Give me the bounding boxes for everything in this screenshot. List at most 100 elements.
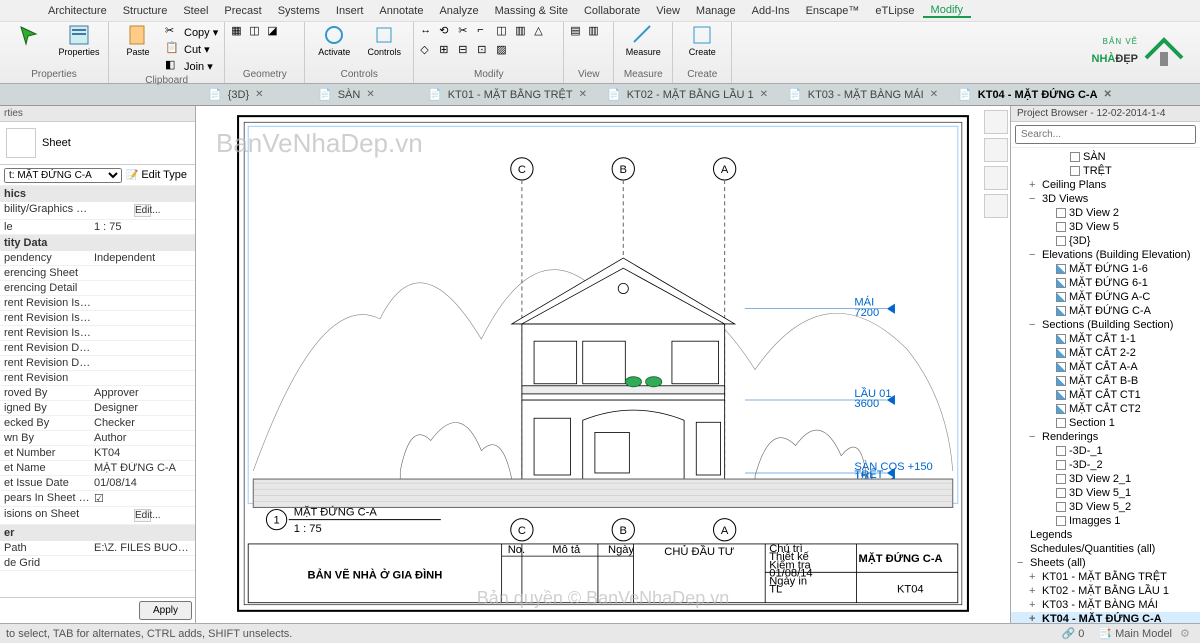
close-icon[interactable]: ✕: [1104, 89, 1112, 100]
props-row[interactable]: isions on SheetEdit...: [0, 507, 195, 525]
status-icon[interactable]: ⚙: [1180, 627, 1194, 641]
menu-precast[interactable]: Precast: [216, 5, 269, 17]
controls-button[interactable]: Controls: [361, 24, 407, 57]
tree-node[interactable]: +KT03 - MẶT BÀNG MÁI: [1011, 598, 1200, 612]
props-row[interactable]: rent Revision Issued: [0, 296, 195, 311]
document-tab[interactable]: 📄KT01 - MẶT BẰNG TRỆT✕: [418, 86, 597, 103]
document-tab[interactable]: 📄KT02 - MẶT BẰNG LẦU 1✕: [597, 86, 778, 103]
pan-icon[interactable]: [984, 194, 1008, 218]
menu-enscape™[interactable]: Enscape™: [798, 5, 868, 17]
tree-node[interactable]: MẶT ĐỨNG 1-6: [1011, 262, 1200, 276]
props-row[interactable]: rent Revision Issued To: [0, 326, 195, 341]
search-input[interactable]: [1015, 125, 1196, 144]
tree-node[interactable]: Schedules/Quantities (all): [1011, 542, 1200, 556]
tree-node[interactable]: 3D View 2: [1011, 206, 1200, 220]
modify-tool-icon[interactable]: ⊡: [477, 43, 493, 59]
tree-node[interactable]: +Ceiling Plans: [1011, 178, 1200, 192]
props-row[interactable]: rent Revision Issued By: [0, 311, 195, 326]
geom-icon[interactable]: ▦: [231, 24, 247, 40]
props-row[interactable]: rent Revision: [0, 371, 195, 386]
tree-node[interactable]: TRỆT: [1011, 164, 1200, 178]
tree-node[interactable]: MẶT CẮT 1-1: [1011, 332, 1200, 346]
cut-button[interactable]: 📋Cut ▾: [165, 41, 218, 57]
join-button[interactable]: ◧Join ▾: [165, 58, 218, 74]
tree-node[interactable]: -3D-_1: [1011, 444, 1200, 458]
menu-analyze[interactable]: Analyze: [431, 5, 486, 17]
tree-node[interactable]: 3D View 5: [1011, 220, 1200, 234]
properties-button[interactable]: Properties: [56, 24, 102, 57]
view-icon[interactable]: ▥: [588, 24, 604, 40]
modify-tool-icon[interactable]: ⌐: [477, 24, 493, 40]
props-row[interactable]: wn ByAuthor: [0, 431, 195, 446]
edit-button[interactable]: Edit...: [134, 204, 151, 217]
activate-button[interactable]: Activate: [311, 24, 357, 57]
geom-icon[interactable]: ◫: [249, 24, 265, 40]
modify-tool-icon[interactable]: △: [534, 24, 550, 40]
close-icon[interactable]: ✕: [255, 89, 263, 100]
tree-node[interactable]: −Sheets (all): [1011, 556, 1200, 570]
menu-systems[interactable]: Systems: [270, 5, 328, 17]
tree-node[interactable]: −Renderings: [1011, 430, 1200, 444]
modify-button[interactable]: [6, 24, 52, 57]
menu-insert[interactable]: Insert: [328, 5, 372, 17]
close-icon[interactable]: ✕: [760, 89, 768, 100]
props-row[interactable]: rent Revision Date: [0, 341, 195, 356]
zoom-icon[interactable]: [984, 166, 1008, 190]
apply-button[interactable]: Apply: [139, 601, 192, 620]
modify-tool-icon[interactable]: ↔: [420, 24, 436, 40]
close-icon[interactable]: ✕: [366, 89, 374, 100]
close-icon[interactable]: ✕: [579, 89, 587, 100]
menu-add-ins[interactable]: Add-Ins: [744, 5, 798, 17]
tree-node[interactable]: 3D View 5_2: [1011, 500, 1200, 514]
create-button[interactable]: Create: [679, 24, 725, 57]
tree-node[interactable]: −3D Views: [1011, 192, 1200, 206]
tree-node[interactable]: MẶT CẮT CT2: [1011, 402, 1200, 416]
tree-node[interactable]: 3D View 5_1: [1011, 486, 1200, 500]
tree-node[interactable]: -3D-_2: [1011, 458, 1200, 472]
document-tab[interactable]: 📄KT03 - MẶT BÀNG MÁI✕: [778, 86, 948, 103]
document-tab[interactable]: 📄KT04 - MẶT ĐỨNG C-A✕: [948, 86, 1122, 103]
props-row[interactable]: pears In Sheet List☑: [0, 491, 195, 507]
tree-node[interactable]: MẶT CẮT 2-2: [1011, 346, 1200, 360]
tree-node[interactable]: +KT02 - MẶT BẰNG LẦU 1: [1011, 584, 1200, 598]
tree-node[interactable]: MẶT ĐỨNG 6-1: [1011, 276, 1200, 290]
tree-node[interactable]: MẶT ĐỨNG C-A: [1011, 304, 1200, 318]
props-row[interactable]: roved ByApprover: [0, 386, 195, 401]
tree-node[interactable]: Legends: [1011, 528, 1200, 542]
props-row[interactable]: PathE:\Z. FILES BUON BAN\NH...: [0, 541, 195, 556]
tree-node[interactable]: +KT04 - MẶT ĐỨNG C-A: [1011, 612, 1200, 623]
tree-node[interactable]: Section 1: [1011, 416, 1200, 430]
menu-view[interactable]: View: [648, 5, 688, 17]
props-row[interactable]: rent Revision Descripti...: [0, 356, 195, 371]
menu-massing & site[interactable]: Massing & Site: [487, 5, 576, 17]
edit-type-button[interactable]: 📝 Edit Type: [122, 167, 191, 183]
menu-architecture[interactable]: Architecture: [40, 5, 115, 17]
tree-node[interactable]: MẶT CẮT CT1: [1011, 388, 1200, 402]
tree-node[interactable]: SÀN: [1011, 150, 1200, 164]
drawing-canvas[interactable]: BanVeNhaDep.vn CBA MÁI7200LẦU 013600SÀN …: [196, 106, 1010, 623]
props-row[interactable]: le1 : 75: [0, 220, 195, 235]
view-icon[interactable]: ▤: [570, 24, 586, 40]
props-row[interactable]: de Grid: [0, 556, 195, 571]
close-icon[interactable]: ✕: [930, 89, 938, 100]
menu-manage[interactable]: Manage: [688, 5, 744, 17]
tree-node[interactable]: MẶT CẮT A-A: [1011, 360, 1200, 374]
tree-node[interactable]: {3D}: [1011, 234, 1200, 248]
props-row[interactable]: erencing Detail: [0, 281, 195, 296]
tree-node[interactable]: MẶT ĐỨNG A-C: [1011, 290, 1200, 304]
modify-tool-icon[interactable]: ▨: [496, 43, 512, 59]
document-tab[interactable]: 📄SÀN✕: [308, 86, 418, 103]
menu-etlipse[interactable]: eTLipse: [867, 5, 922, 17]
tree-node[interactable]: −Sections (Building Section): [1011, 318, 1200, 332]
menu-modify[interactable]: Modify: [923, 4, 971, 18]
props-row[interactable]: erencing Sheet: [0, 266, 195, 281]
geom-icon[interactable]: ◪: [267, 24, 283, 40]
props-row[interactable]: ecked ByChecker: [0, 416, 195, 431]
modify-tool-icon[interactable]: ⊟: [458, 43, 474, 59]
home-icon[interactable]: [984, 110, 1008, 134]
instance-dropdown[interactable]: t: MẶT ĐỨNG C-A: [4, 168, 122, 183]
modify-tool-icon[interactable]: ✂: [458, 24, 474, 40]
copy-button[interactable]: ✂Copy ▾: [165, 24, 218, 40]
menu-annotate[interactable]: Annotate: [371, 5, 431, 17]
props-row[interactable]: et NameMẶT ĐỨNG C-A: [0, 461, 195, 476]
